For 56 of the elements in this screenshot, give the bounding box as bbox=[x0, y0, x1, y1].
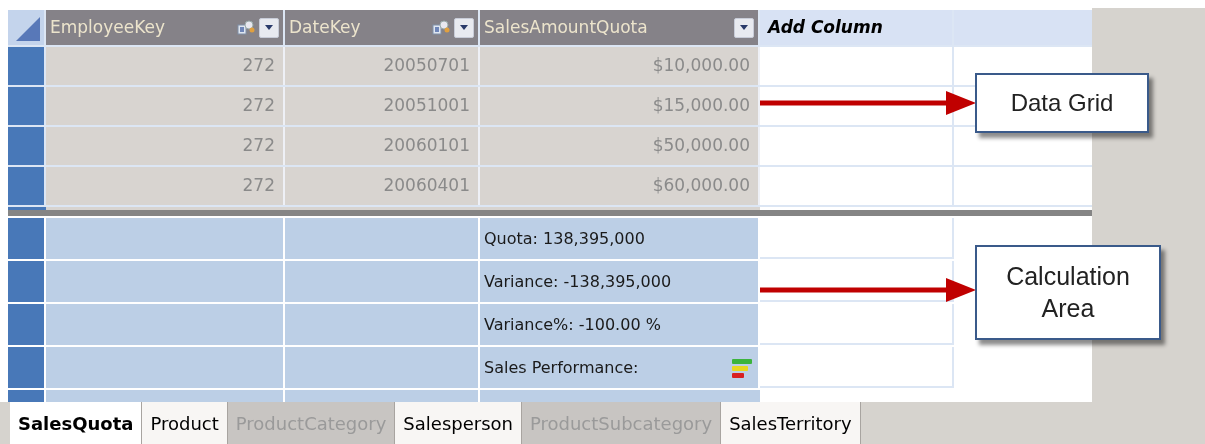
calc-cell[interactable] bbox=[46, 218, 285, 259]
calc-cell[interactable] bbox=[46, 347, 285, 388]
calc-cell[interactable] bbox=[285, 390, 480, 402]
calc-cell[interactable] bbox=[46, 304, 285, 345]
table-cell: $15,000.00 bbox=[480, 87, 760, 125]
table-cell: 272 bbox=[46, 47, 285, 85]
caret-icon bbox=[265, 25, 273, 30]
corner-triangle-icon bbox=[16, 17, 40, 41]
sheet-tab[interactable]: Product bbox=[142, 402, 228, 444]
table-cell: 20060101 bbox=[285, 127, 480, 165]
measure-text: Quota: 138,395,000 bbox=[484, 227, 646, 250]
relationship-icon bbox=[432, 19, 450, 36]
column-header-label: EmployeeKey bbox=[50, 15, 166, 39]
measure-text: Variance: -138,395,000 bbox=[484, 270, 673, 293]
table-cell: 20050701 bbox=[285, 47, 480, 85]
table-cell: 272 bbox=[46, 87, 285, 125]
measure-cell[interactable]: Variance: -138,395,000 bbox=[480, 261, 760, 302]
select-all-corner[interactable] bbox=[8, 10, 46, 45]
callout-label: Data Grid bbox=[975, 73, 1149, 133]
filter-dropdown-button[interactable] bbox=[734, 17, 754, 38]
row-selector[interactable] bbox=[8, 127, 46, 165]
row-selector[interactable] bbox=[8, 87, 46, 125]
sheet-tab[interactable]: Salesperson bbox=[395, 402, 522, 444]
measure-text: Variance%: -100.00 % bbox=[484, 313, 662, 336]
calc-cell[interactable] bbox=[285, 304, 480, 345]
table-cell: $50,000.00 bbox=[480, 127, 760, 165]
table-cell: $60,000.00 bbox=[480, 167, 760, 205]
column-header-label: SalesAmountQuota bbox=[484, 15, 649, 39]
row-selector[interactable] bbox=[8, 167, 46, 205]
add-column-header[interactable]: Add Column bbox=[760, 10, 954, 45]
row-selector[interactable] bbox=[8, 47, 46, 85]
kpi-bars-icon bbox=[730, 356, 754, 379]
filter-dropdown-button[interactable] bbox=[259, 17, 279, 38]
sheet-tab[interactable]: SalesQuota bbox=[10, 402, 143, 444]
calc-cell[interactable] bbox=[285, 261, 480, 302]
calc-cell[interactable] bbox=[285, 347, 480, 388]
calc-cell[interactable] bbox=[480, 390, 760, 402]
calc-cell[interactable] bbox=[46, 390, 285, 402]
table-cell: $10,000.00 bbox=[480, 47, 760, 85]
relationship-icon bbox=[237, 19, 255, 36]
calc-cell[interactable] bbox=[285, 218, 480, 259]
caret-icon bbox=[740, 25, 748, 30]
table-cell: 272 bbox=[46, 167, 285, 205]
measure-text: Sales Performance: bbox=[484, 356, 640, 379]
column-header-label: DateKey bbox=[289, 15, 362, 39]
calc-cell[interactable] bbox=[46, 261, 285, 302]
measure-cell[interactable]: Sales Performance: bbox=[480, 347, 760, 388]
callout-label: Calculation Area bbox=[975, 245, 1161, 340]
table-cell: 20060401 bbox=[285, 167, 480, 205]
sheet-tab[interactable]: SalesTerritory bbox=[721, 402, 861, 444]
measure-cell[interactable]: Variance%: -100.00 % bbox=[480, 304, 760, 345]
table-cell: 272 bbox=[46, 127, 285, 165]
table-cell: 20051001 bbox=[285, 87, 480, 125]
measure-cell[interactable]: Quota: 138,395,000 bbox=[480, 218, 760, 259]
caret-icon bbox=[460, 25, 468, 30]
filter-dropdown-button[interactable] bbox=[454, 17, 474, 38]
